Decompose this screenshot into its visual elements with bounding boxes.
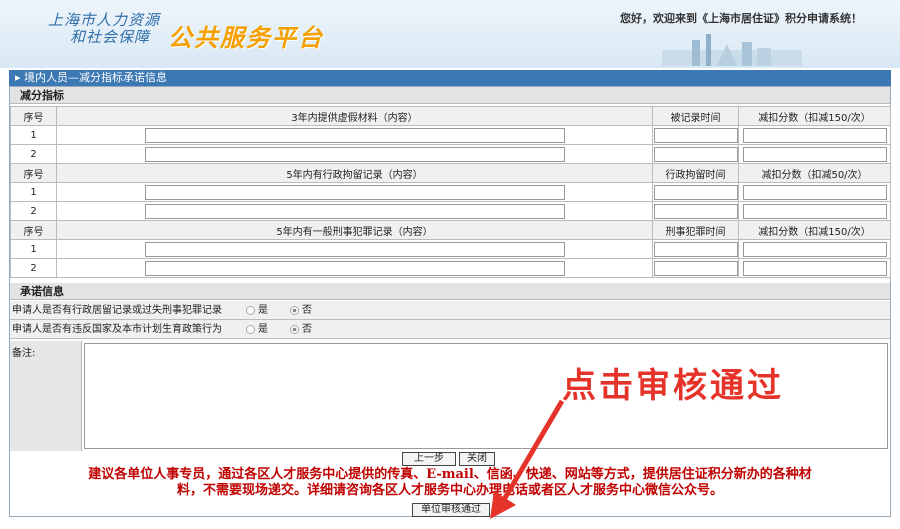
date-input[interactable] xyxy=(653,203,738,219)
deduction-section-header: 减分指标 xyxy=(10,87,890,104)
q2-no-radio[interactable]: 否 xyxy=(290,320,312,339)
promise-q1: 申请人是否有行政居留记录或过失刑事犯罪记录 xyxy=(12,305,222,316)
column-header: 5年内有行政拘留记录（内容） xyxy=(56,163,653,183)
org-line1: 上海市人力资源 xyxy=(48,11,161,29)
row-number: 1 xyxy=(10,125,57,145)
site-header: 上海市人力资源 和社会保障 公共服务平台 您好，欢迎来到《上海市居住证》积分申请… xyxy=(0,0,900,68)
date-cell xyxy=(652,239,739,259)
content-input[interactable] xyxy=(144,203,565,219)
date-input[interactable] xyxy=(653,260,738,276)
approve-button[interactable]: 单位审核通过 xyxy=(412,503,490,517)
row-number: 1 xyxy=(10,239,57,259)
content-cell xyxy=(56,258,653,278)
content-input[interactable] xyxy=(144,260,565,276)
table-row: 2 xyxy=(10,144,891,164)
table-row: 2 xyxy=(10,201,891,221)
date-input[interactable] xyxy=(653,241,738,257)
deduction-header-row: 序号 3年内提供虚假材料（内容） 被记录时间 减扣分数（扣减150/次） xyxy=(10,106,891,126)
promise-section-header: 承诺信息 xyxy=(10,283,890,300)
q1-yes-radio[interactable]: 是 xyxy=(246,301,268,320)
row-number: 1 xyxy=(10,182,57,202)
column-header: 序号 xyxy=(10,106,57,126)
column-header: 3年内提供虚假材料（内容） xyxy=(56,106,653,126)
points-input[interactable] xyxy=(742,184,887,200)
points-input[interactable] xyxy=(742,260,887,276)
table-row: 1 xyxy=(10,182,891,202)
date-cell xyxy=(652,201,739,221)
advice-line-2: 料，不需要现场递交。详细请咨询各区人才服务中心办理电话或者区人才服务中心微信公众… xyxy=(176,483,723,498)
column-header: 刑事犯罪时间 xyxy=(652,220,739,240)
content-cell xyxy=(56,182,653,202)
content-cell xyxy=(56,239,653,259)
points-cell xyxy=(738,144,891,164)
content-cell xyxy=(56,125,653,145)
points-input[interactable] xyxy=(742,203,887,219)
form-panel: 减分指标 序号 3年内提供虚假材料（内容） 被记录时间 减扣分数（扣减150/次） 1 2… xyxy=(9,86,891,517)
org-logo: 上海市人力资源 和社会保障 xyxy=(48,12,160,46)
column-header: 减扣分数（扣减50/次） xyxy=(738,163,891,183)
date-input[interactable] xyxy=(653,184,738,200)
q2-yes-radio[interactable]: 是 xyxy=(246,320,268,339)
points-input[interactable] xyxy=(742,127,887,143)
date-cell xyxy=(652,144,739,164)
points-input[interactable] xyxy=(742,146,887,162)
prev-step-button[interactable]: 上一步 xyxy=(402,452,456,466)
deduction-header-row: 序号 5年内有一般刑事犯罪记录（内容） 刑事犯罪时间 减扣分数（扣减150/次） xyxy=(10,220,891,240)
date-input[interactable] xyxy=(653,127,738,143)
deduction-header-row: 序号 5年内有行政拘留记录（内容） 行政拘留时间 减扣分数（扣减50/次） xyxy=(10,163,891,183)
table-row: 1 xyxy=(10,125,891,145)
welcome-text: 您好，欢迎来到《上海市居住证》积分申请系统！ xyxy=(620,12,862,25)
date-input[interactable] xyxy=(653,146,738,162)
annotation-text: 点击审核通过 xyxy=(562,366,784,406)
column-header: 序号 xyxy=(10,163,57,183)
content-input[interactable] xyxy=(144,127,565,143)
content-cell xyxy=(56,201,653,221)
content-input[interactable] xyxy=(144,241,565,257)
points-cell xyxy=(738,125,891,145)
q1-no-radio[interactable]: 否 xyxy=(290,301,312,320)
promise-q2: 申请人是否有违反国家及本市计划生育政策行为 xyxy=(12,324,222,335)
promise-row-1: 申请人是否有行政居留记录或过失刑事犯罪记录 是 否 xyxy=(10,301,890,320)
platform-title: 公共服务平台 xyxy=(168,24,324,52)
row-number: 2 xyxy=(10,201,57,221)
points-cell xyxy=(738,201,891,221)
content-cell xyxy=(56,144,653,164)
skyline-image xyxy=(662,34,802,66)
column-header: 减扣分数（扣减150/次） xyxy=(738,106,891,126)
points-cell xyxy=(738,258,891,278)
form-title-bar: ▸ 境内人员—减分指标承诺信息 xyxy=(9,70,891,86)
column-header: 行政拘留时间 xyxy=(652,163,739,183)
date-cell xyxy=(652,258,739,278)
column-header: 序号 xyxy=(10,220,57,240)
points-input[interactable] xyxy=(742,241,887,257)
row-number: 2 xyxy=(10,144,57,164)
advice-line-1: 建议各单位人事专员，通过各区人才服务中心提供的传真、E-mail、信函、快递、网… xyxy=(88,467,812,482)
table-row: 2 xyxy=(10,258,891,278)
annotation-arrow-icon xyxy=(490,399,565,519)
column-header: 5年内有一般刑事犯罪记录（内容） xyxy=(56,220,653,240)
date-cell xyxy=(652,125,739,145)
column-header: 被记录时间 xyxy=(652,106,739,126)
org-line2: 和社会保障 xyxy=(70,28,151,46)
column-header: 减扣分数（扣减150/次） xyxy=(738,220,891,240)
deduction-table: 序号 3年内提供虚假材料（内容） 被记录时间 减扣分数（扣减150/次） 1 2 序号 5年内… xyxy=(10,106,891,278)
content-input[interactable] xyxy=(144,184,565,200)
table-row: 1 xyxy=(10,239,891,259)
form-title: 境内人员—减分指标承诺信息 xyxy=(24,71,168,84)
row-number: 2 xyxy=(10,258,57,278)
notes-label: 备注: xyxy=(10,341,82,451)
advice-text: 建议各单位人事专员，通过各区人才服务中心提供的传真、E-mail、信函、快递、网… xyxy=(10,467,890,499)
content-input[interactable] xyxy=(144,146,565,162)
points-cell xyxy=(738,182,891,202)
promise-row-2: 申请人是否有违反国家及本市计划生育政策行为 是 否 xyxy=(10,320,890,339)
points-cell xyxy=(738,239,891,259)
date-cell xyxy=(652,182,739,202)
